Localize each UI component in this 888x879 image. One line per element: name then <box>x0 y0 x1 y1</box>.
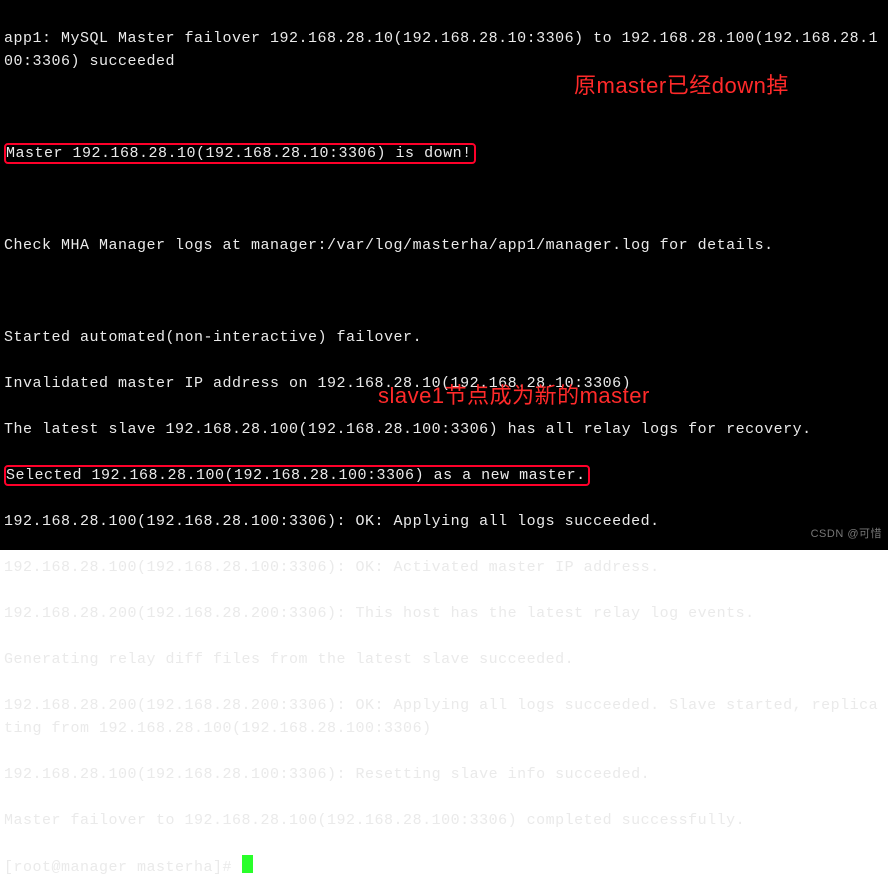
new-master-selected-message: Selected 192.168.28.100(192.168.28.100:3… <box>4 465 590 486</box>
shell-prompt[interactable]: [root@manager masterha]# <box>4 859 242 876</box>
log-line: 192.168.28.100(192.168.28.100:3306): OK:… <box>4 513 660 530</box>
cursor-block <box>242 855 253 873</box>
log-line: Check MHA Manager logs at manager:/var/l… <box>4 237 774 254</box>
log-line: The latest slave 192.168.28.100(192.168.… <box>4 421 812 438</box>
master-down-message: Master 192.168.28.10(192.168.28.10:3306)… <box>4 143 476 164</box>
annotation-new-master: slave1节点成为新的master <box>378 384 650 407</box>
log-line: 192.168.28.100(192.168.28.100:3306): OK:… <box>4 559 660 576</box>
log-line: 192.168.28.100(192.168.28.100:3306): Res… <box>4 766 650 783</box>
log-line: 192.168.28.200(192.168.28.200:3306): Thi… <box>4 605 755 622</box>
watermark-text: CSDN @可惜 <box>811 523 882 546</box>
log-line: app1: MySQL Master failover 192.168.28.1… <box>4 30 878 70</box>
log-line: Generating relay diff files from the lat… <box>4 651 574 668</box>
log-line: Master failover to 192.168.28.100(192.16… <box>4 812 745 829</box>
log-line: Started automated(non-interactive) failo… <box>4 329 422 346</box>
annotation-master-down: 原master已经down掉 <box>574 74 789 97</box>
log-line: 192.168.28.200(192.168.28.200:3306): OK:… <box>4 697 878 737</box>
terminal-window[interactable]: app1: MySQL Master failover 192.168.28.1… <box>0 0 888 550</box>
